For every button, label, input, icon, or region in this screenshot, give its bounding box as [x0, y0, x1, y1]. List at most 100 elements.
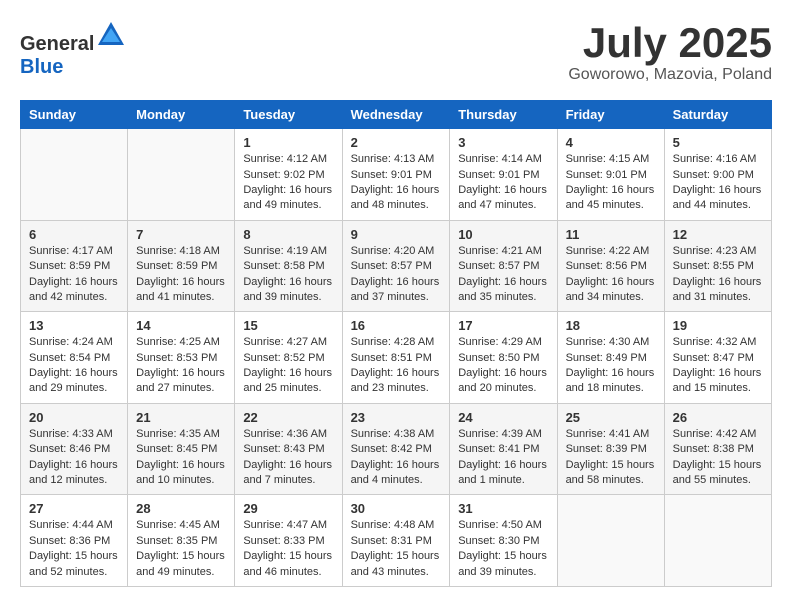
day-number: 20	[29, 410, 119, 425]
calendar-week-row: 6 Sunrise: 4:17 AMSunset: 8:59 PMDaylight…	[21, 220, 772, 312]
day-number: 21	[136, 410, 226, 425]
day-number: 27	[29, 501, 119, 516]
calendar-cell: 20 Sunrise: 4:33 AMSunset: 8:46 PMDayligh…	[21, 403, 128, 495]
day-number: 6	[29, 227, 119, 242]
logo-icon	[96, 20, 126, 50]
day-detail: Sunrise: 4:35 AMSunset: 8:45 PMDaylight:…	[136, 427, 226, 489]
day-number: 11	[566, 227, 656, 242]
day-detail: Sunrise: 4:33 AMSunset: 8:46 PMDaylight:…	[29, 427, 119, 489]
month-year-title: July 2025	[568, 20, 772, 66]
day-number: 16	[351, 318, 442, 333]
day-number: 31	[458, 501, 548, 516]
day-detail: Sunrise: 4:20 AMSunset: 8:57 PMDaylight:…	[351, 244, 442, 306]
logo-blue: Blue	[20, 56, 63, 78]
calendar-cell	[21, 129, 128, 221]
day-detail: Sunrise: 4:21 AMSunset: 8:57 PMDaylight:…	[458, 244, 548, 306]
day-number: 30	[351, 501, 442, 516]
day-detail: Sunrise: 4:16 AMSunset: 9:00 PMDaylight:…	[673, 152, 763, 214]
day-detail: Sunrise: 4:28 AMSunset: 8:51 PMDaylight:…	[351, 335, 442, 397]
calendar-cell: 26Sunrise: 4:42 AMSunset: 8:38 PMDayligh…	[664, 403, 771, 495]
calendar-cell: 25Sunrise: 4:41 AMSunset: 8:39 PMDayligh…	[557, 403, 664, 495]
calendar-cell: 6 Sunrise: 4:17 AMSunset: 8:59 PMDaylight…	[21, 220, 128, 312]
calendar-cell: 17 Sunrise: 4:29 AMSunset: 8:50 PMDayligh…	[450, 312, 557, 404]
day-detail: Sunrise: 4:17 AMSunset: 8:59 PMDaylight:…	[29, 244, 119, 306]
calendar-cell: 24Sunrise: 4:39 AMSunset: 8:41 PMDayligh…	[450, 403, 557, 495]
day-number: 15	[243, 318, 333, 333]
calendar-week-row: 20 Sunrise: 4:33 AMSunset: 8:46 PMDayligh…	[21, 403, 772, 495]
day-number: 19	[673, 318, 763, 333]
day-detail: Sunrise: 4:42 AMSunset: 8:38 PMDaylight:…	[673, 427, 763, 489]
calendar-cell: 31 Sunrise: 4:50 AMSunset: 8:30 PMDayligh…	[450, 495, 557, 587]
calendar-header-row: SundayMondayTuesdayWednesdayThursdayFrid…	[21, 101, 772, 129]
day-number: 13	[29, 318, 119, 333]
calendar-week-row: 27 Sunrise: 4:44 AMSunset: 8:36 PMDayligh…	[21, 495, 772, 587]
weekday-header-saturday: Saturday	[664, 101, 771, 129]
calendar-cell: 23 Sunrise: 4:38 AMSunset: 8:42 PMDayligh…	[342, 403, 450, 495]
day-detail: Sunrise: 4:27 AMSunset: 8:52 PMDaylight:…	[243, 335, 333, 397]
calendar-cell: 27 Sunrise: 4:44 AMSunset: 8:36 PMDayligh…	[21, 495, 128, 587]
calendar-cell: 12 Sunrise: 4:23 AMSunset: 8:55 PMDayligh…	[664, 220, 771, 312]
calendar-cell: 29 Sunrise: 4:47 AMSunset: 8:33 PMDayligh…	[235, 495, 342, 587]
page-header: General Blue July 2025 Goworowo, Mazovia…	[20, 20, 772, 84]
weekday-header-monday: Monday	[128, 101, 235, 129]
calendar-week-row: 1 Sunrise: 4:12 AMSunset: 9:02 PMDaylight…	[21, 129, 772, 221]
day-number: 28	[136, 501, 226, 516]
day-detail: Sunrise: 4:19 AMSunset: 8:58 PMDaylight:…	[243, 244, 333, 306]
calendar-cell: 16 Sunrise: 4:28 AMSunset: 8:51 PMDayligh…	[342, 312, 450, 404]
calendar-cell: 14 Sunrise: 4:25 AMSunset: 8:53 PMDayligh…	[128, 312, 235, 404]
day-number: 4	[566, 135, 656, 150]
logo-general: General	[20, 33, 94, 55]
day-number: 12	[673, 227, 763, 242]
day-detail: Sunrise: 4:30 AMSunset: 8:49 PMDaylight:…	[566, 335, 656, 397]
day-number: 7	[136, 227, 226, 242]
day-number: 14	[136, 318, 226, 333]
logo-text: General Blue	[20, 20, 126, 79]
day-detail: Sunrise: 4:23 AMSunset: 8:55 PMDaylight:…	[673, 244, 763, 306]
day-detail: Sunrise: 4:45 AMSunset: 8:35 PMDaylight:…	[136, 518, 226, 580]
day-detail: Sunrise: 4:47 AMSunset: 8:33 PMDaylight:…	[243, 518, 333, 580]
day-number: 2	[351, 135, 442, 150]
logo: General Blue	[20, 20, 126, 79]
day-detail: Sunrise: 4:13 AMSunset: 9:01 PMDaylight:…	[351, 152, 442, 214]
calendar-cell: 19Sunrise: 4:32 AMSunset: 8:47 PMDayligh…	[664, 312, 771, 404]
day-detail: Sunrise: 4:14 AMSunset: 9:01 PMDaylight:…	[458, 152, 548, 214]
weekday-header-friday: Friday	[557, 101, 664, 129]
day-detail: Sunrise: 4:38 AMSunset: 8:42 PMDaylight:…	[351, 427, 442, 489]
day-number: 23	[351, 410, 442, 425]
calendar-cell: 1 Sunrise: 4:12 AMSunset: 9:02 PMDaylight…	[235, 129, 342, 221]
day-number: 17	[458, 318, 548, 333]
calendar-cell: 15 Sunrise: 4:27 AMSunset: 8:52 PMDayligh…	[235, 312, 342, 404]
day-detail: Sunrise: 4:25 AMSunset: 8:53 PMDaylight:…	[136, 335, 226, 397]
day-detail: Sunrise: 4:12 AMSunset: 9:02 PMDaylight:…	[243, 152, 333, 214]
weekday-header-thursday: Thursday	[450, 101, 557, 129]
calendar-cell	[557, 495, 664, 587]
calendar-cell: 28 Sunrise: 4:45 AMSunset: 8:35 PMDayligh…	[128, 495, 235, 587]
calendar-cell: 10Sunrise: 4:21 AMSunset: 8:57 PMDayligh…	[450, 220, 557, 312]
day-number: 22	[243, 410, 333, 425]
day-detail: Sunrise: 4:50 AMSunset: 8:30 PMDaylight:…	[458, 518, 548, 580]
calendar-cell: 11Sunrise: 4:22 AMSunset: 8:56 PMDayligh…	[557, 220, 664, 312]
calendar-cell: 9 Sunrise: 4:20 AMSunset: 8:57 PMDaylight…	[342, 220, 450, 312]
day-detail: Sunrise: 4:41 AMSunset: 8:39 PMDaylight:…	[566, 427, 656, 489]
weekday-header-wednesday: Wednesday	[342, 101, 450, 129]
day-number: 9	[351, 227, 442, 242]
day-detail: Sunrise: 4:48 AMSunset: 8:31 PMDaylight:…	[351, 518, 442, 580]
calendar-cell: 3 Sunrise: 4:14 AMSunset: 9:01 PMDaylight…	[450, 129, 557, 221]
title-block: July 2025 Goworowo, Mazovia, Poland	[568, 20, 772, 84]
day-number: 29	[243, 501, 333, 516]
weekday-header-sunday: Sunday	[21, 101, 128, 129]
calendar-cell: 4Sunrise: 4:15 AMSunset: 9:01 PMDaylight…	[557, 129, 664, 221]
day-number: 8	[243, 227, 333, 242]
day-detail: Sunrise: 4:44 AMSunset: 8:36 PMDaylight:…	[29, 518, 119, 580]
calendar-cell: 13Sunrise: 4:24 AMSunset: 8:54 PMDayligh…	[21, 312, 128, 404]
day-number: 1	[243, 135, 333, 150]
day-detail: Sunrise: 4:29 AMSunset: 8:50 PMDaylight:…	[458, 335, 548, 397]
weekday-header-tuesday: Tuesday	[235, 101, 342, 129]
calendar-cell: 2 Sunrise: 4:13 AMSunset: 9:01 PMDaylight…	[342, 129, 450, 221]
calendar-cell: 8 Sunrise: 4:19 AMSunset: 8:58 PMDaylight…	[235, 220, 342, 312]
calendar-cell: 22Sunrise: 4:36 AMSunset: 8:43 PMDayligh…	[235, 403, 342, 495]
location-subtitle: Goworowo, Mazovia, Poland	[568, 66, 772, 84]
calendar-cell	[128, 129, 235, 221]
day-number: 3	[458, 135, 548, 150]
calendar-cell: 18Sunrise: 4:30 AMSunset: 8:49 PMDayligh…	[557, 312, 664, 404]
